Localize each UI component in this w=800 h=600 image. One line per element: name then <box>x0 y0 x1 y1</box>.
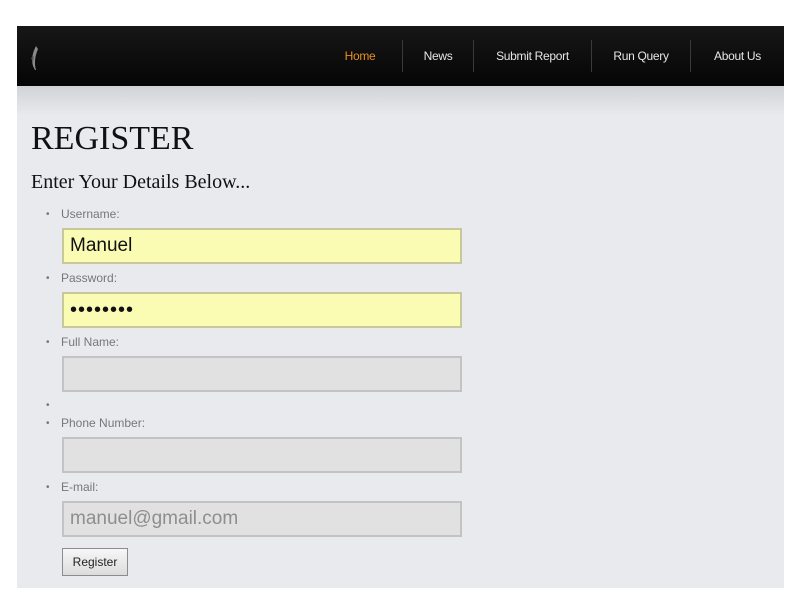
email-label: E-mail: <box>61 480 99 494</box>
email-input[interactable] <box>62 501 462 537</box>
phone-number-label: Phone Number: <box>61 416 146 430</box>
list-bullet: • <box>46 337 50 348</box>
nav-item-news[interactable]: News <box>403 26 473 86</box>
password-input[interactable] <box>62 292 462 328</box>
header-shadow <box>17 86 784 116</box>
nav-item-submit-report[interactable]: Submit Report <box>474 26 591 86</box>
list-bullet: • <box>46 400 50 411</box>
password-label: Password: <box>61 271 118 285</box>
page-subtitle: Enter Your Details Below... <box>31 171 251 193</box>
logo-icon[interactable] <box>27 44 41 72</box>
list-bullet: • <box>46 273 50 284</box>
full-name-input[interactable] <box>62 356 462 392</box>
page-frame: Home News Submit Report Run Query About … <box>17 26 784 588</box>
full-name-label: Full Name: <box>61 335 120 349</box>
page-title: REGISTER <box>31 120 194 157</box>
list-bullet: • <box>46 418 50 429</box>
phone-number-input[interactable] <box>62 437 462 473</box>
list-bullet: • <box>46 482 50 493</box>
nav-item-home[interactable]: Home <box>318 26 402 86</box>
register-button[interactable]: Register <box>62 548 128 576</box>
top-navigation-bar: Home News Submit Report Run Query About … <box>17 26 784 86</box>
username-label: Username: <box>61 207 120 221</box>
nav-item-run-query[interactable]: Run Query <box>592 26 690 86</box>
list-bullet: • <box>46 209 50 220</box>
nav-item-about-us[interactable]: About Us <box>691 26 784 86</box>
main-menu: Home News Submit Report Run Query About … <box>318 26 784 86</box>
username-input[interactable] <box>62 228 462 264</box>
